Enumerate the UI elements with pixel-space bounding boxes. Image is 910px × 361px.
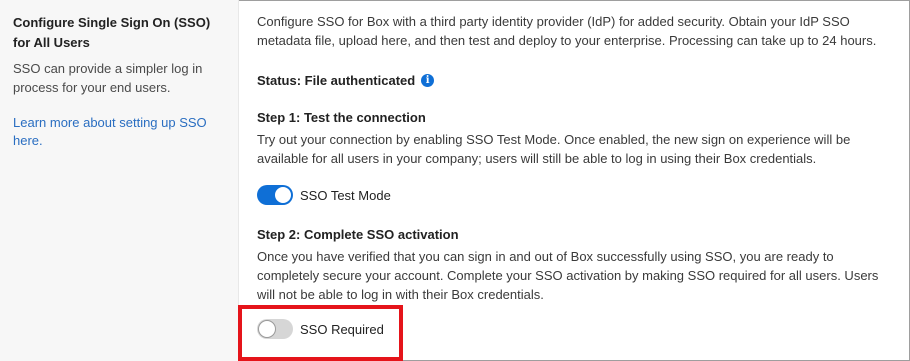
- step2-text: Once you have verified that you can sign…: [257, 249, 879, 302]
- sso-test-mode-row: SSO Test Mode: [257, 184, 391, 206]
- status-text: Status: File authenticated: [257, 73, 416, 88]
- sso-test-mode-label: SSO Test Mode: [300, 187, 391, 203]
- sso-section-description: SSO can provide a simpler log in process…: [13, 61, 203, 95]
- info-icon[interactable]: i: [421, 74, 435, 88]
- learn-more-link[interactable]: Learn more about setting up SSO here.: [13, 114, 238, 150]
- step1-heading: Step 1: Test the connection: [257, 110, 426, 125]
- status-line: Status: File authenticated i: [257, 71, 435, 90]
- highlight-box: [238, 305, 403, 361]
- sso-sidebar: Configure Single Sign On (SSO) for All U…: [0, 0, 239, 361]
- step2-heading: Step 2: Complete SSO activation: [257, 227, 459, 242]
- toggle-knob: [274, 186, 292, 204]
- sso-intro-text: Configure SSO for Box with a third party…: [257, 14, 877, 48]
- sso-test-mode-toggle[interactable]: [257, 185, 293, 205]
- sso-section-title: Configure Single Sign On (SSO) for All U…: [13, 15, 211, 50]
- step1-text: Try out your connection by enabling SSO …: [257, 132, 851, 166]
